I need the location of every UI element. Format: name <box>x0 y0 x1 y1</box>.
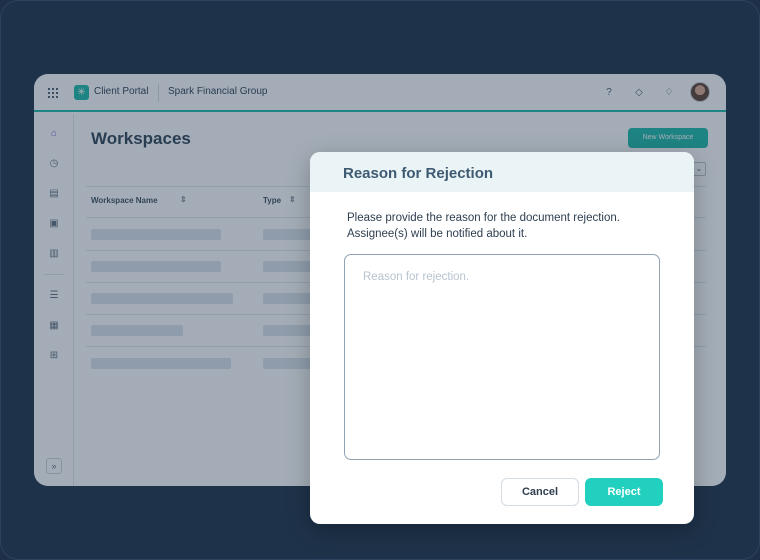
dialog-description: Please provide the reason for the docume… <box>347 212 620 240</box>
reject-button[interactable]: Reject <box>585 478 663 506</box>
rejection-dialog: Reason for Rejection Please provide the … <box>310 152 694 524</box>
rejection-reason-input[interactable] <box>344 254 660 460</box>
dialog-header: Reason for Rejection <box>310 152 694 192</box>
cancel-button[interactable]: Cancel <box>501 478 579 506</box>
dialog-title: Reason for Rejection <box>343 165 494 182</box>
